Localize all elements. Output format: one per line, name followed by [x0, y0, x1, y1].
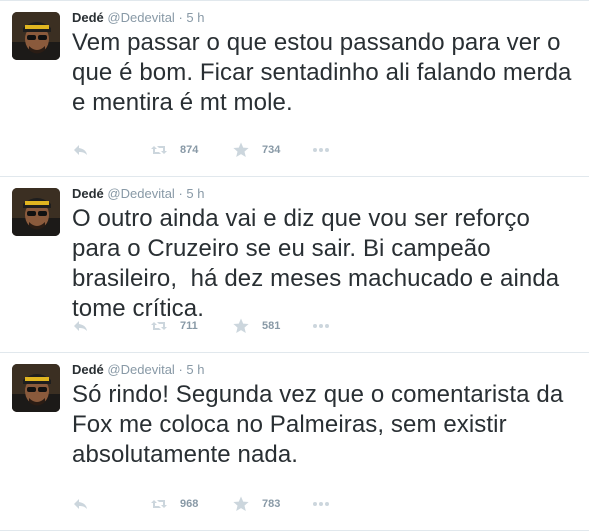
timestamp[interactable]: 5 h [186, 362, 204, 377]
reply-button[interactable] [72, 317, 90, 335]
tweet-header: Dedé @Dedevital · 5 h [72, 186, 205, 202]
favorite-button[interactable]: 783 [232, 495, 280, 513]
author-handle[interactable]: @Dedevital [107, 362, 174, 377]
star-icon [232, 317, 250, 335]
tweet-timeline: Dedé @Dedevital · 5 h Vem passar o que e… [0, 0, 589, 531]
tweet-text: O outro ainda vai e diz que vou ser refo… [72, 205, 567, 322]
reply-icon [72, 495, 90, 513]
timestamp[interactable]: 5 h [186, 186, 204, 201]
author-name[interactable]: Dedé [72, 10, 104, 25]
tweet-header: Dedé @Dedevital · 5 h [72, 362, 205, 378]
star-icon [232, 495, 250, 513]
tweet-actions: 711 581 [72, 317, 372, 335]
more-button[interactable] [312, 317, 330, 335]
retweet-button[interactable]: 711 [150, 317, 198, 335]
more-button[interactable] [312, 495, 330, 513]
author-name[interactable]: Dedé [72, 186, 104, 201]
star-icon [232, 141, 250, 159]
tweet-header: Dedé @Dedevital · 5 h [72, 10, 205, 26]
reply-button[interactable] [72, 495, 90, 513]
avatar[interactable] [12, 364, 60, 412]
tweet-text: Vem passar o que estou passando para ver… [72, 29, 579, 116]
retweet-button[interactable]: 874 [150, 141, 198, 159]
retweet-icon [150, 495, 168, 513]
more-icon [312, 141, 330, 159]
favorite-button[interactable]: 734 [232, 141, 280, 159]
tweet[interactable]: Dedé @Dedevital · 5 h Só rindo! Segunda … [0, 353, 589, 531]
tweet-text: Só rindo! Segunda vez que o comentarista… [72, 381, 571, 468]
separator: · [178, 10, 183, 25]
author-handle[interactable]: @Dedevital [107, 186, 174, 201]
avatar[interactable] [12, 188, 60, 236]
retweet-icon [150, 141, 168, 159]
reply-icon [72, 317, 90, 335]
retweet-button[interactable]: 968 [150, 495, 198, 513]
tweet-actions: 968 783 [72, 495, 372, 513]
retweet-icon [150, 317, 168, 335]
favorite-count: 783 [262, 498, 281, 510]
retweet-count: 711 [180, 320, 198, 332]
more-icon [312, 495, 330, 513]
reply-icon [72, 141, 90, 159]
timestamp[interactable]: 5 h [186, 10, 204, 25]
author-handle[interactable]: @Dedevital [107, 10, 174, 25]
more-icon [312, 317, 330, 335]
retweet-count: 874 [180, 144, 199, 156]
tweet[interactable]: Dedé @Dedevital · 5 h Vem passar o que e… [0, 1, 589, 177]
tweet-actions: 874 734 [72, 141, 372, 159]
favorite-count: 734 [262, 144, 281, 156]
author-name[interactable]: Dedé [72, 362, 104, 377]
more-button[interactable] [312, 141, 330, 159]
tweet[interactable]: Dedé @Dedevital · 5 h O outro ainda vai … [0, 177, 589, 353]
favorite-count: 581 [262, 320, 281, 332]
avatar[interactable] [12, 12, 60, 60]
favorite-button[interactable]: 581 [232, 317, 280, 335]
separator: · [178, 186, 183, 201]
retweet-count: 968 [180, 498, 199, 510]
separator: · [178, 362, 183, 377]
reply-button[interactable] [72, 141, 90, 159]
